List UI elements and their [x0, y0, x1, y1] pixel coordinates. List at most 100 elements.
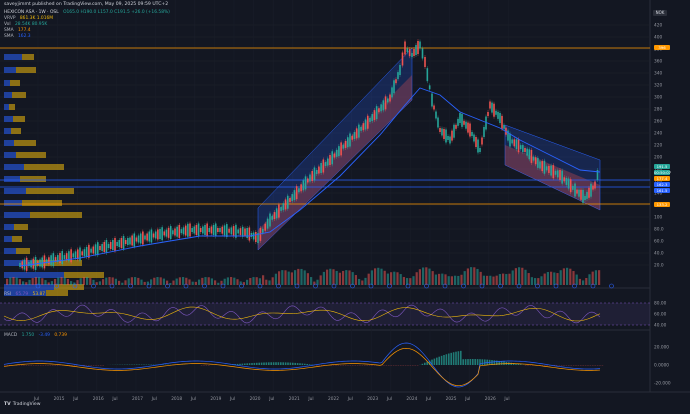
volume-bar — [179, 277, 181, 285]
volume-legend[interactable]: Vol 28.54K 80.95K — [4, 22, 50, 28]
time-axis-label: Jul — [503, 396, 509, 402]
time-axis-label: Jul — [347, 396, 353, 402]
rsi-value-2: 53.87 — [33, 292, 46, 297]
candle-body — [385, 96, 387, 109]
macd-histogram-bar — [465, 359, 467, 365]
volume-bar — [99, 281, 101, 285]
candle-body — [376, 106, 378, 119]
price-tag-sma-a: 177.4 — [654, 176, 670, 181]
candle-body — [520, 145, 522, 149]
candle-body — [196, 225, 198, 235]
candle-body — [429, 85, 431, 89]
macd-histogram-bar — [438, 357, 440, 365]
candle-body — [280, 207, 282, 211]
volume-bar — [496, 276, 498, 285]
macd-histogram-bar — [268, 362, 270, 365]
volume-label: Vol — [4, 22, 11, 27]
chart-window[interactable]: 4204003803603403203002802602402202001801… — [0, 0, 690, 410]
candle-body — [110, 242, 112, 249]
sma1-legend[interactable]: SMA 177.4 — [4, 28, 34, 34]
time-axis-label: 2022 — [328, 396, 339, 402]
volume-bar — [169, 283, 171, 285]
volume-bar — [374, 268, 376, 285]
volume-bar — [508, 274, 510, 285]
sma2-legend[interactable]: SMA 162.3 — [4, 34, 34, 40]
volume-bar — [281, 270, 283, 285]
volume-bar — [352, 272, 354, 285]
volume-bar — [435, 275, 437, 285]
candle-body — [586, 192, 588, 199]
volume-bar — [25, 282, 27, 285]
price-chart-canvas[interactable]: 4204003803603403203002802602402202001801… — [0, 0, 690, 410]
price-tag-last: 191.5 — [654, 164, 670, 169]
rsi-legend[interactable]: RSI 65.79 53.87 — [4, 292, 48, 297]
symbol-legend: HEXICON ASA · 1W · OSL O165.0 H190.0 L15… — [4, 10, 173, 16]
candle-body — [269, 214, 271, 227]
candle-body — [303, 180, 305, 190]
time-axis-label: Jul — [307, 396, 313, 402]
volume-profile-bar-buy — [4, 67, 16, 73]
volume-bar — [256, 277, 258, 285]
candle-body — [371, 114, 373, 121]
volume-bar — [464, 271, 466, 285]
candle-body — [24, 260, 26, 270]
volume-profile-bar-buy — [4, 140, 14, 146]
price-axis-label: 360 — [654, 59, 662, 65]
candle-body — [318, 167, 320, 174]
candle-body — [503, 125, 505, 129]
candle-body — [108, 244, 110, 248]
candle-body — [253, 233, 255, 240]
candle-body — [53, 253, 55, 266]
macd-histogram-bar — [251, 363, 253, 365]
volume-bar — [396, 272, 398, 285]
candle-body — [66, 253, 68, 260]
currency-label[interactable]: NOK — [653, 10, 667, 16]
macd-histogram-bar — [422, 364, 424, 365]
volume-profile-bar-sell — [22, 54, 34, 60]
volume-bar — [425, 267, 427, 285]
candle-body — [75, 251, 77, 258]
volume-bar — [502, 274, 504, 285]
volume-bar — [230, 277, 232, 285]
volume-bar — [297, 269, 299, 285]
volume-bar — [156, 277, 158, 285]
candle-body — [73, 253, 75, 257]
volume-bar — [137, 278, 139, 285]
candle-body — [365, 119, 367, 129]
candle-body — [148, 232, 150, 242]
candle-body — [340, 142, 342, 155]
candle-body — [144, 236, 146, 240]
vrvp-legend[interactable]: VRVP 861.3K 1.016M — [4, 16, 56, 22]
time-axis-label: Jul — [464, 396, 470, 402]
candle-body — [363, 123, 365, 130]
macd-histogram-bar — [302, 364, 304, 365]
volume-bar — [134, 277, 136, 285]
symbol-title[interactable]: HEXICON ASA · 1W · OSL — [4, 10, 59, 15]
volume-profile-bar-sell — [16, 152, 46, 158]
candle-body — [168, 228, 170, 238]
volume-profile-bar-buy — [4, 152, 16, 158]
volume-bar — [566, 268, 568, 285]
macd-histogram-bar — [460, 351, 462, 365]
candle-body — [166, 230, 168, 237]
sma2-value: 162.3 — [18, 34, 31, 39]
volume-bar — [576, 275, 578, 285]
candle-body — [246, 228, 248, 238]
volume-bar — [444, 274, 446, 285]
candle-body — [354, 132, 356, 139]
volume-bar — [144, 282, 146, 285]
candle-body — [90, 249, 92, 253]
price-tag-low: 133.2 — [654, 202, 670, 207]
time-axis-label: Jul — [111, 396, 117, 402]
macd-legend[interactable]: MACD 1.750 -3.49 0.739 — [4, 333, 70, 338]
candle-body — [116, 242, 118, 246]
volume-bar — [41, 278, 43, 285]
volume-bar — [492, 277, 494, 285]
time-axis-label: 2019 — [210, 396, 221, 402]
volume-profile-bar-sell — [16, 248, 30, 254]
volume-bar — [448, 276, 450, 285]
volume-bar — [188, 279, 190, 285]
candle-body — [271, 216, 273, 220]
macd-histogram-bar — [448, 354, 450, 365]
candle-body — [296, 186, 298, 199]
